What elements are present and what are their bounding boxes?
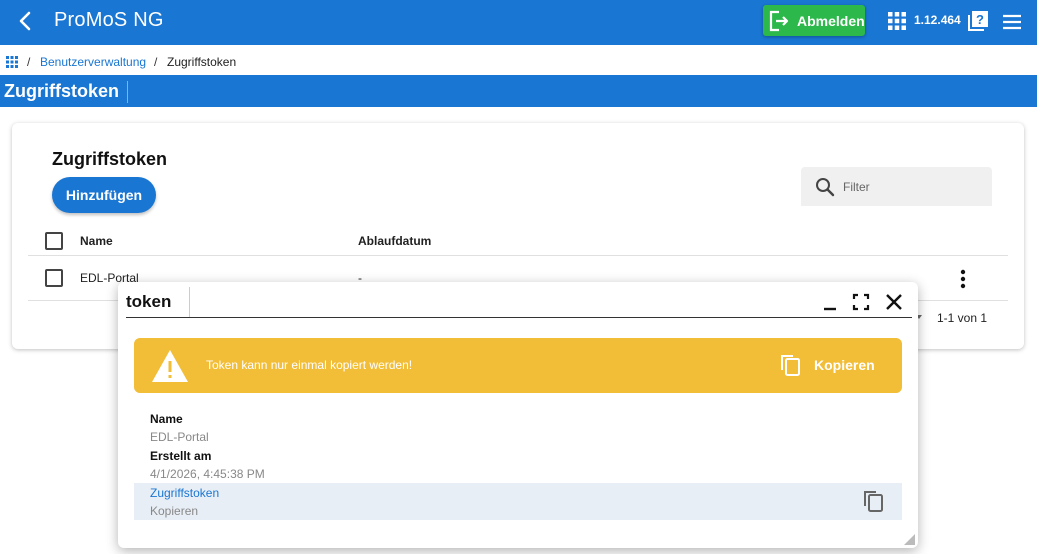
row-checkbox[interactable] <box>45 269 63 287</box>
warning-text: Token kann nur einmal kopiert werden! <box>206 358 413 372</box>
warning-copy-button[interactable]: Kopieren <box>778 353 875 377</box>
breadcrumb-link-user-management[interactable]: Benutzerverwaltung <box>40 55 146 69</box>
pagination-range: 1-1 von 1 <box>937 311 988 325</box>
divider <box>28 255 1008 256</box>
token-field-row[interactable]: Zugriffstoken Kopieren <box>134 483 902 520</box>
token-field-value: Kopieren <box>150 504 199 518</box>
resize-handle-icon[interactable] <box>904 534 915 545</box>
close-icon[interactable] <box>883 291 905 313</box>
copy-icon <box>781 355 800 376</box>
breadcrumb-separator: / <box>154 55 158 69</box>
dialog-title: token <box>126 292 172 311</box>
hamburger-menu-icon[interactable] <box>1000 10 1024 34</box>
minimize-icon[interactable] <box>820 292 840 312</box>
field-value-created: 4/1/2026, 4:45:38 PM <box>150 467 265 481</box>
top-app-bar: ProMoS NG Abmelden 1.12.464 ? <box>0 0 1037 45</box>
column-header-expiry[interactable]: Ablaufdatum <box>358 234 431 248</box>
breadcrumb-apps-icon[interactable] <box>6 56 18 68</box>
column-header-name[interactable]: Name <box>80 234 113 248</box>
warning-copy-label: Kopieren <box>814 357 875 373</box>
breadcrumb-separator: / <box>27 55 31 69</box>
logout-icon <box>769 10 789 31</box>
warning-icon <box>152 350 188 382</box>
breadcrumb-current: Zugriffstoken <box>167 55 237 69</box>
field-label-name: Name <box>150 412 183 426</box>
more-vert-icon[interactable] <box>952 268 974 290</box>
divider <box>189 287 190 317</box>
fullscreen-icon[interactable] <box>851 292 871 312</box>
token-dialog: token Token kann nur einmal kopiert werd… <box>118 282 918 548</box>
back-arrow-icon[interactable] <box>14 9 38 33</box>
filter-input[interactable] <box>843 177 983 197</box>
apps-grid-icon[interactable] <box>887 11 907 31</box>
add-button[interactable]: Hinzufügen <box>52 177 156 213</box>
page-title: Zugriffstoken <box>4 81 128 103</box>
filter-box <box>801 167 992 206</box>
field-value-name: EDL-Portal <box>150 430 209 444</box>
card-title: Zugriffstoken <box>52 149 167 169</box>
search-icon <box>816 178 835 197</box>
field-label-created: Erstellt am <box>150 449 212 463</box>
warning-banner: Token kann nur einmal kopiert werden! Ko… <box>134 338 902 393</box>
logout-button[interactable]: Abmelden <box>763 5 865 36</box>
logout-label: Abmelden <box>797 12 865 29</box>
copy-icon[interactable] <box>861 489 885 513</box>
select-all-checkbox[interactable] <box>45 232 63 250</box>
app-title: ProMoS NG <box>54 9 164 31</box>
help-book-icon[interactable]: ? <box>966 9 990 33</box>
version-label: 1.12.464 <box>914 13 961 27</box>
svg-text:?: ? <box>976 12 984 27</box>
page-header-band: Zugriffstoken <box>0 75 1037 107</box>
token-field-label: Zugriffstoken <box>150 486 220 500</box>
dialog-title-underline <box>126 317 912 318</box>
